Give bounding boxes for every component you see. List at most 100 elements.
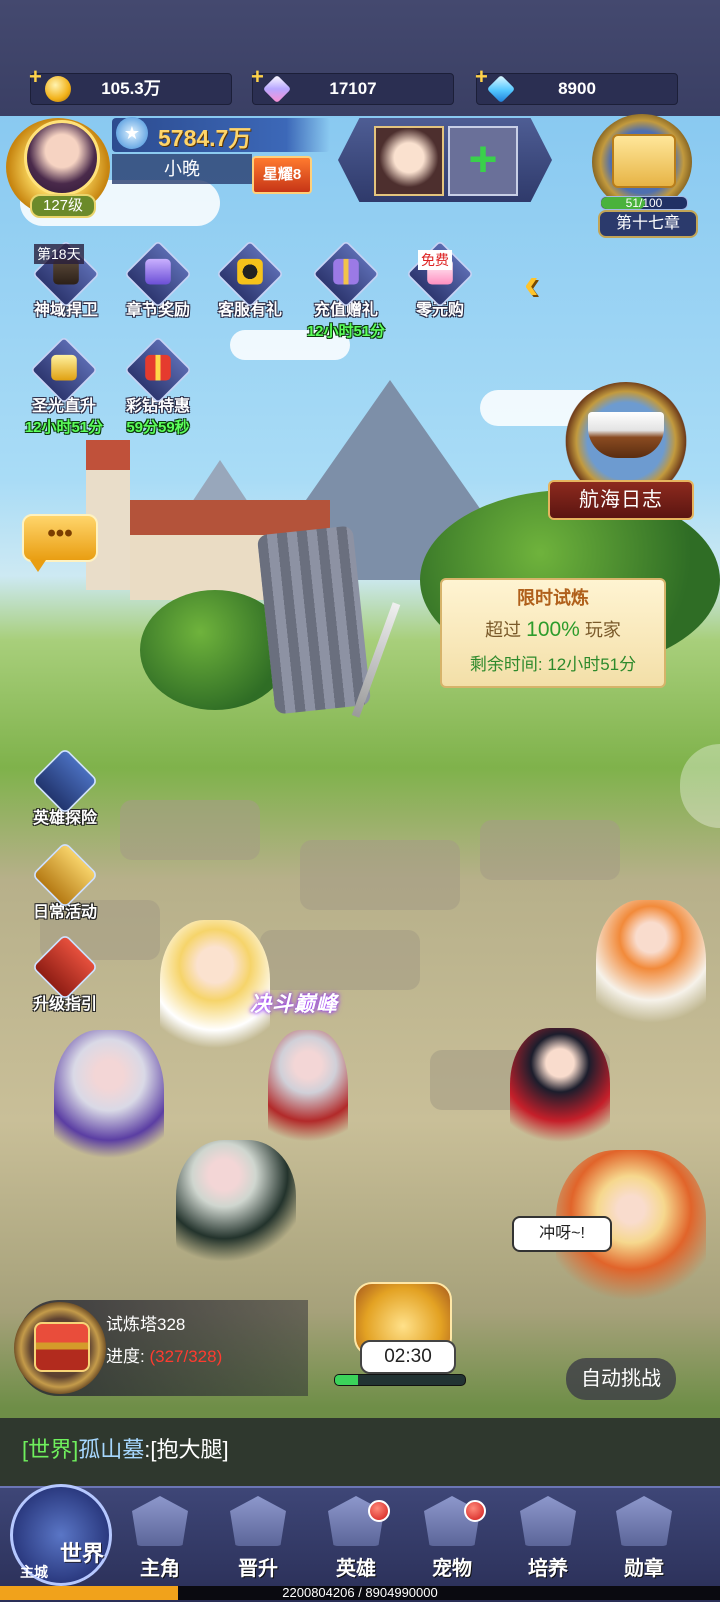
player-power: 5784.7万	[158, 125, 252, 151]
trial-beat-suffix: 玩家	[584, 620, 621, 640]
gold-amount: 105.3万	[101, 79, 161, 98]
tower-progress: 进度: (327/328)	[106, 1342, 222, 1367]
daily-activity-button[interactable]: 日常活动	[20, 841, 110, 922]
promotion-icon	[230, 1496, 286, 1546]
nav-label: 培养	[528, 1558, 568, 1580]
nav-heroes[interactable]: 英雄	[316, 1490, 396, 1586]
trial-beat-prefix: 超过	[485, 620, 522, 640]
star-rank-badge[interactable]: 星耀8	[252, 156, 312, 194]
trial-rank-line: 超过 100% 玩家	[442, 616, 664, 642]
nav-pets[interactable]: 宠物	[412, 1490, 492, 1586]
resource-gold[interactable]: + 105.3万	[29, 64, 232, 105]
chat-channel: [世界]	[22, 1437, 79, 1462]
experience-progress-text: 2200804206 / 8904990000	[282, 1585, 438, 1600]
crystal-amount: 17107	[329, 79, 377, 98]
chapter-progress-text: 51/100	[625, 196, 663, 210]
function-divine-defense[interactable]: 第18天 神域捍卫	[20, 240, 112, 320]
free-tag: 免费	[418, 250, 452, 270]
chevron-left-icon[interactable]: ‹	[524, 262, 560, 306]
chapter-progress-bar: 51/100	[600, 196, 688, 210]
auto-challenge-button[interactable]: 自动挑战	[566, 1358, 676, 1400]
hero-fairy-queen[interactable]	[596, 900, 706, 1050]
tower-progress-value: (327/328)	[149, 1347, 223, 1366]
notification-dot	[368, 1500, 390, 1522]
nav-cultivate[interactable]: 培养	[508, 1490, 588, 1586]
trial-remain-label: 剩余时间:	[469, 655, 543, 674]
tower-name: 试炼塔328	[106, 1315, 186, 1334]
ship-icon	[588, 412, 664, 458]
function-chapter-reward[interactable]: 章节奖励	[112, 240, 204, 320]
function-diamond-sale[interactable]: 彩钻特惠 59分59秒	[112, 336, 204, 437]
chat-user[interactable]: 孤山墓	[78, 1437, 144, 1462]
function-holy-light-upgrade[interactable]: 圣光直升 12小时51分	[18, 336, 110, 437]
nav-label: 勋章	[624, 1558, 664, 1580]
add-team-member-button[interactable]: +	[448, 126, 518, 196]
crystal-icon	[262, 74, 292, 104]
nav-promotion[interactable]: 晋升	[218, 1490, 298, 1586]
home-world-label: 世界	[60, 1541, 105, 1566]
team-member-avatar[interactable]	[374, 126, 444, 196]
limited-trial-card[interactable]: 限时试炼 超过 100% 玩家 剩余时间: 12小时51分	[440, 578, 666, 688]
medal-icon	[616, 1496, 672, 1546]
chat-text: :[抱大腿]	[144, 1437, 229, 1462]
hero-green-swordsman[interactable]	[176, 1140, 296, 1280]
hero-red-archer[interactable]	[268, 1030, 348, 1170]
upgrade-guide-button[interactable]: 升级指引	[20, 933, 110, 1014]
chapter-label[interactable]: 第十七章	[598, 210, 698, 238]
world-home-button[interactable]: 世界 主城	[6, 1462, 112, 1586]
nav-protagonist[interactable]: 主角	[120, 1490, 200, 1586]
function-customer-service-gift[interactable]: 客服有礼	[204, 240, 296, 320]
chat-message: [世界]孤山墓:[抱大腿]	[22, 1432, 229, 1464]
nav-label: 晋升	[238, 1558, 278, 1580]
treasure-chest-icon[interactable]	[34, 1322, 90, 1372]
stone-path-decoration	[300, 840, 460, 910]
stone-path-decoration	[120, 800, 260, 860]
home-city-label: 主城	[20, 1564, 48, 1580]
hero-adventure-button[interactable]: 英雄探险	[20, 747, 110, 828]
team-frame	[338, 118, 552, 202]
player-avatar[interactable]	[24, 120, 100, 196]
diamond-icon	[486, 74, 516, 104]
diamond-amount: 8900	[558, 79, 596, 98]
player-level: 127级	[30, 194, 96, 218]
nav-medals[interactable]: 勋章	[604, 1490, 684, 1586]
hero-silver-sorceress[interactable]	[54, 1030, 164, 1180]
function-recharge-gift[interactable]: 充值赠礼 12小时51分	[300, 240, 392, 341]
experience-progress-bar: 2200804206 / 8904990000	[0, 1586, 720, 1600]
trial-remain-value: 12小时51分	[547, 655, 637, 674]
resource-diamond[interactable]: + 8900	[475, 64, 678, 105]
chat-bubble-icon[interactable]: •••	[22, 514, 98, 572]
stone-path-decoration	[260, 930, 420, 990]
trial-beat-percent: 100%	[526, 618, 580, 641]
treasure-progress-fill	[335, 1375, 359, 1385]
player-name[interactable]: 小晚	[112, 154, 252, 184]
resource-crystal[interactable]: + 17107	[251, 64, 454, 105]
protagonist-icon	[132, 1496, 188, 1546]
broken-pillar-decoration	[256, 525, 372, 715]
trial-remaining-line: 剩余时间: 12小时51分	[442, 650, 664, 675]
function-timer: 12小时51分	[24, 419, 104, 436]
notification-dot	[464, 1500, 486, 1522]
treasure-progress-bar	[334, 1374, 466, 1386]
function-timer: 12小时51分	[306, 323, 386, 340]
add-gold-icon[interactable]: +	[29, 62, 42, 92]
scroll-icon	[612, 134, 676, 188]
function-free-purchase[interactable]: 免费 零元购	[394, 240, 486, 320]
gold-coin-icon	[45, 76, 71, 102]
nav-label: 英雄	[336, 1558, 376, 1580]
hero-magician-girl[interactable]	[510, 1028, 610, 1168]
day-tag: 第18天	[34, 244, 84, 264]
function-timer: 59分59秒	[126, 419, 190, 436]
trial-title: 限时试炼	[517, 588, 589, 608]
nav-label: 主角	[140, 1558, 180, 1580]
power-star-icon: ★	[116, 117, 148, 149]
hero-speech-bubble: 冲呀~!	[512, 1216, 612, 1252]
duel-peak-event-label[interactable]: 决斗巅峰	[250, 988, 338, 1018]
stone-path-decoration	[480, 820, 620, 880]
experience-progress-fill	[0, 1586, 178, 1600]
add-diamond-icon[interactable]: +	[475, 62, 488, 92]
add-crystal-icon[interactable]: +	[251, 62, 264, 92]
treasure-countdown: 02:30	[360, 1340, 456, 1374]
voyage-log-label[interactable]: 航海日志	[548, 480, 694, 520]
cultivate-icon	[520, 1496, 576, 1546]
